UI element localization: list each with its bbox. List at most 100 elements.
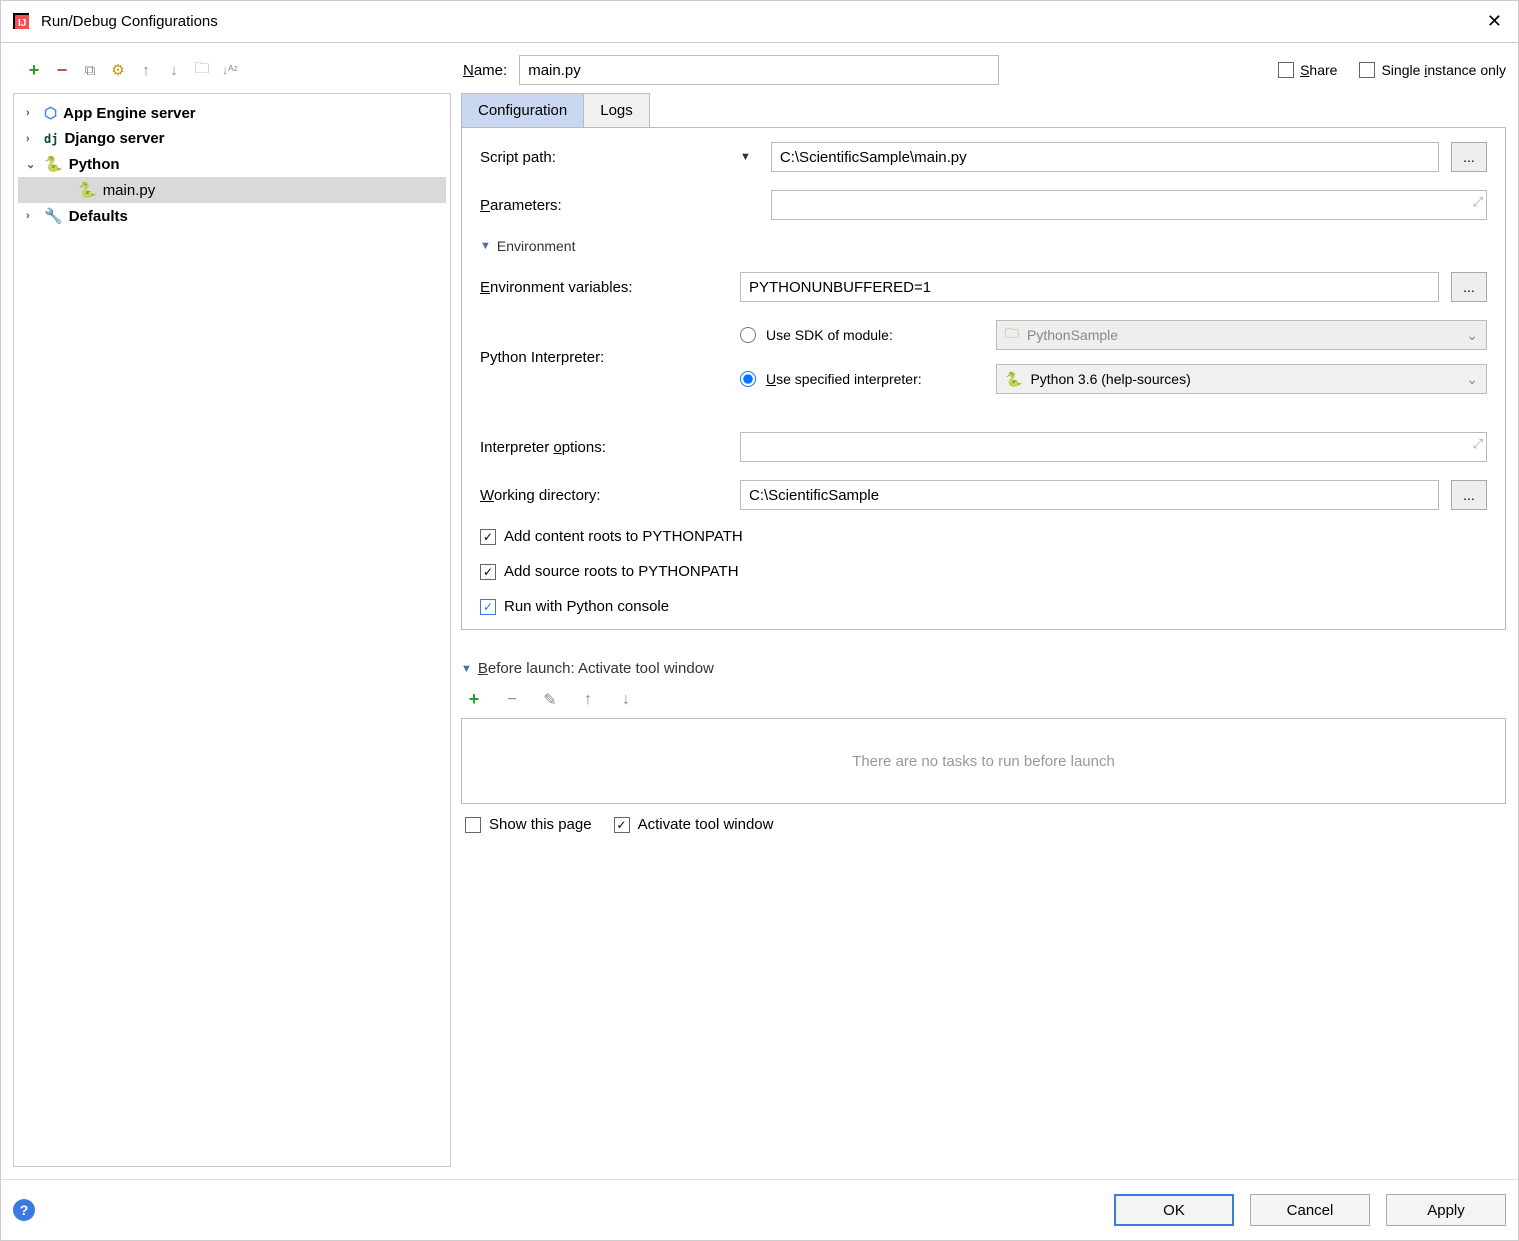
environment-section-label: Environment (497, 238, 576, 254)
tree-main-py[interactable]: 🐍main.py (18, 177, 446, 203)
tree-defaults[interactable]: ›🔧Defaults (18, 203, 446, 229)
config-tree-panel: ›⬡App Engine server ›djDjango server ⌄🐍P… (13, 93, 451, 1167)
parameters-row: Parameters: ▼ ⤢ (480, 190, 1487, 220)
footer: ? OK Cancel Apply (1, 1179, 1518, 1240)
share-checkbox[interactable]: Share (1278, 62, 1337, 78)
parameters-label: Parameters: (480, 197, 728, 214)
python-file-icon: 🐍 (78, 181, 97, 199)
titlebar: IJ Run/Debug Configurations ✕ (1, 1, 1518, 43)
python-interpreter-label: Python Interpreter: (480, 349, 728, 366)
env-vars-label: Environment variables: (480, 279, 728, 296)
use-specified-radio-row: Use specified interpreter: 🐍 Python 3.6 … (740, 364, 1487, 394)
specified-interpreter-dropdown[interactable]: 🐍 Python 3.6 (help-sources) ⌄ (996, 364, 1487, 394)
chevron-down-icon: ⌄ (1466, 371, 1478, 388)
parameters-input[interactable] (771, 190, 1487, 220)
expand-icon[interactable]: ⤢ (1473, 194, 1483, 210)
script-path-dropdown-icon[interactable]: ▼ (740, 151, 751, 163)
name-input[interactable] (519, 55, 999, 85)
script-path-browse-button[interactable]: ... (1451, 142, 1487, 172)
footer-buttons: OK Cancel Apply (1114, 1194, 1506, 1226)
disclosure-triangle-icon: ▼ (480, 240, 491, 252)
interpreter-options-label: Interpreter options: (480, 439, 728, 456)
dialog-title: Run/Debug Configurations (41, 13, 1481, 30)
apply-button[interactable]: Apply (1386, 1194, 1506, 1226)
use-sdk-radio-row: Use SDK of module: 🗀 PythonSample ⌄ (740, 320, 1487, 350)
help-icon[interactable]: ? (13, 1199, 35, 1221)
use-specified-radio[interactable] (740, 371, 756, 387)
env-vars-row: Environment variables: ... (480, 272, 1487, 302)
tasks-list: There are no tasks to run before launch (461, 718, 1506, 804)
cancel-button[interactable]: Cancel (1250, 1194, 1370, 1226)
tab-configuration[interactable]: Configuration (461, 93, 584, 127)
configuration-panel: Script path: ▼ ... Parameters: ▼ ⤢ (461, 128, 1506, 630)
python-interpreter-row: Python Interpreter: Use SDK of module: 🗀… (480, 320, 1487, 394)
config-toolbar: + − ⧉ ⚙ ↑ ↓ 🗀 ↓ᴬᶻ (13, 61, 451, 79)
activate-tool-window-checkbox[interactable]: Activate tool window (614, 816, 774, 833)
env-vars-browse-button[interactable]: ... (1451, 272, 1487, 302)
before-launch-header[interactable]: ▼ Before launch: Activate tool window (461, 660, 1506, 677)
sort-icon[interactable]: ↓ᴬᶻ (221, 61, 239, 79)
tree-app-engine[interactable]: ›⬡App Engine server (18, 100, 446, 126)
tree-django[interactable]: ›djDjango server (18, 126, 446, 151)
add-config-icon[interactable]: + (25, 61, 43, 79)
environment-section-header[interactable]: ▼ Environment (480, 238, 1487, 254)
tab-logs[interactable]: Logs (583, 93, 650, 127)
move-task-down-icon[interactable]: ↓ (617, 691, 635, 709)
working-directory-input[interactable] (740, 480, 1439, 510)
tasks-list-empty-text: There are no tasks to run before launch (852, 753, 1115, 770)
expand-icon[interactable]: ⤢ (1473, 436, 1483, 452)
folder-module-icon: 🗀 (1005, 323, 1019, 347)
move-up-icon[interactable]: ↑ (137, 61, 155, 79)
chevron-down-icon: ⌄ (1466, 327, 1478, 344)
content-roots-checkbox[interactable]: Add content roots to PYTHONPATH (480, 528, 1487, 545)
edit-task-icon[interactable]: ✎ (541, 690, 559, 710)
config-tree: ›⬡App Engine server ›djDjango server ⌄🐍P… (14, 94, 450, 235)
script-path-label: Script path: (480, 149, 728, 166)
interpreter-options-input[interactable] (740, 432, 1487, 462)
move-task-up-icon[interactable]: ↑ (579, 691, 597, 709)
show-this-page-checkbox[interactable]: Show this page (465, 816, 592, 833)
run-console-checkbox[interactable]: Run with Python console (480, 598, 1487, 615)
before-launch-toolbar: + − ✎ ↑ ↓ (461, 677, 1506, 718)
sdk-module-dropdown: 🗀 PythonSample ⌄ (996, 320, 1487, 350)
cloud-icon: ⬡ (44, 104, 57, 122)
right-panel: Configuration Logs Script path: ▼ ... Pa… (461, 93, 1506, 1167)
tree-python[interactable]: ⌄🐍Python (18, 151, 446, 177)
use-specified-label: Use specified interpreter: (766, 371, 986, 387)
name-section: Name: Share Single instance only (463, 55, 1506, 85)
svg-text:IJ: IJ (18, 18, 26, 29)
run-debug-dialog: IJ Run/Debug Configurations ✕ + − ⧉ ⚙ ↑ … (0, 0, 1519, 1241)
single-instance-checkbox[interactable]: Single instance only (1359, 62, 1506, 78)
use-sdk-radio[interactable] (740, 327, 756, 343)
close-button[interactable]: ✕ (1481, 11, 1508, 32)
python-icon: 🐍 (44, 155, 63, 173)
use-sdk-label: Use SDK of module: (766, 327, 986, 343)
script-path-row: Script path: ▼ ... (480, 142, 1487, 172)
working-directory-label: Working directory: (480, 487, 728, 504)
settings-icon[interactable]: ⚙ (109, 61, 127, 79)
split-container: ›⬡App Engine server ›djDjango server ⌄🐍P… (13, 93, 1506, 1167)
tabs: Configuration Logs (461, 93, 1506, 128)
folder-icon[interactable]: 🗀 (193, 61, 211, 79)
top-checkboxes: Share Single instance only (1278, 62, 1506, 78)
ok-button[interactable]: OK (1114, 1194, 1234, 1226)
disclosure-triangle-icon: ▼ (461, 663, 472, 675)
add-task-icon[interactable]: + (465, 689, 483, 710)
before-launch-checks: Show this page Activate tool window (461, 804, 1506, 833)
remove-task-icon[interactable]: − (503, 691, 521, 709)
env-vars-input[interactable] (740, 272, 1439, 302)
name-label: Name: (463, 62, 507, 79)
source-roots-checkbox[interactable]: Add source roots to PYTHONPATH (480, 563, 1487, 580)
remove-config-icon[interactable]: − (53, 61, 71, 79)
python-interpreter-icon: 🐍 (1005, 371, 1022, 388)
dialog-body: + − ⧉ ⚙ ↑ ↓ 🗀 ↓ᴬᶻ Name: Share Single ins… (1, 43, 1518, 1179)
top-row: + − ⧉ ⚙ ↑ ↓ 🗀 ↓ᴬᶻ Name: Share Single ins… (13, 55, 1506, 85)
before-launch-section: ▼ Before launch: Activate tool window + … (461, 660, 1506, 833)
move-down-icon[interactable]: ↓ (165, 61, 183, 79)
copy-config-icon[interactable]: ⧉ (81, 61, 99, 79)
wrench-icon: 🔧 (44, 207, 63, 225)
script-path-input[interactable] (771, 142, 1439, 172)
interpreter-options-row: Interpreter options: ⤢ (480, 432, 1487, 462)
working-directory-browse-button[interactable]: ... (1451, 480, 1487, 510)
django-icon: dj (44, 132, 58, 146)
